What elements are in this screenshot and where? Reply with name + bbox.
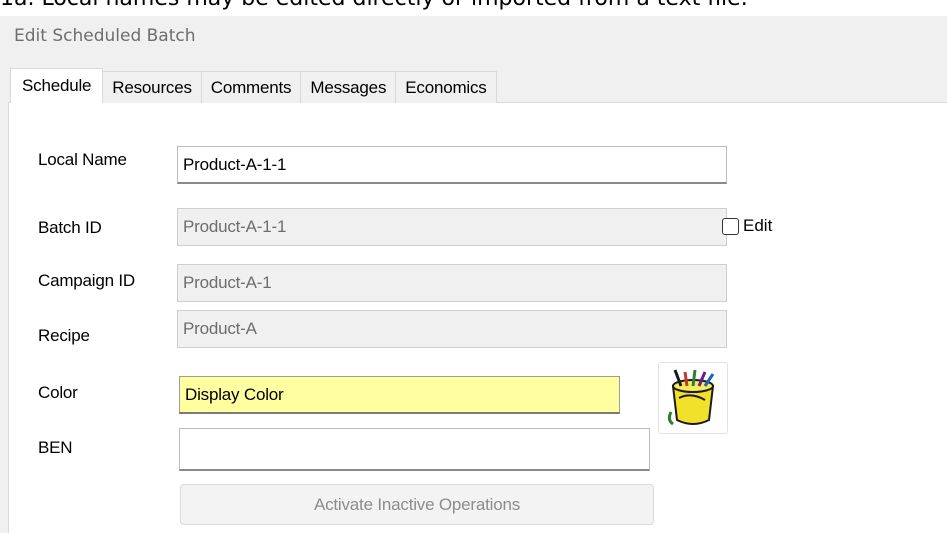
- tab-economics[interactable]: Economics: [395, 71, 497, 103]
- batch-id-field: Product-A-1-1: [177, 208, 727, 246]
- campaign-id-label: Campaign ID: [38, 271, 136, 290]
- color-picker-button[interactable]: [658, 362, 728, 434]
- tab-resources[interactable]: Resources: [102, 71, 202, 103]
- local-name-value: Product-A-1-1: [183, 154, 287, 174]
- recipe-value: Product-A: [183, 319, 257, 338]
- page-caption: 1a. Local names may be edited directly o…: [0, 0, 748, 11]
- tab-comments[interactable]: Comments: [200, 71, 302, 103]
- ben-input[interactable]: [179, 428, 650, 471]
- ben-label: BEN: [38, 438, 73, 457]
- paint-palette-icon: [667, 369, 715, 426]
- color-label: Color: [38, 383, 78, 402]
- tab-strip: Schedule Resources Comments Messages Eco…: [10, 68, 497, 103]
- edit-checkbox-label: Edit: [743, 216, 773, 235]
- color-display-field[interactable]: Display Color: [179, 376, 620, 414]
- campaign-id-field: Product-A-1: [177, 264, 727, 302]
- recipe-label: Recipe: [38, 326, 90, 345]
- edit-checkbox[interactable]: [722, 217, 739, 235]
- tab-schedule[interactable]: Schedule: [10, 68, 104, 103]
- dialog-title: Edit Scheduled Batch: [14, 26, 196, 46]
- local-name-label: Local Name: [38, 150, 127, 169]
- activate-inactive-operations-button[interactable]: Activate Inactive Operations: [180, 484, 654, 525]
- local-name-input[interactable]: Product-A-1-1: [177, 146, 727, 184]
- batch-id-value: Product-A-1-1: [183, 217, 287, 236]
- campaign-id-value: Product-A-1: [183, 273, 272, 292]
- color-display-value: Display Color: [185, 384, 284, 404]
- tab-messages[interactable]: Messages: [300, 71, 397, 103]
- batch-id-label: Batch ID: [38, 218, 102, 237]
- recipe-field: Product-A: [177, 310, 727, 348]
- edit-checkbox-group[interactable]: Edit: [722, 216, 772, 236]
